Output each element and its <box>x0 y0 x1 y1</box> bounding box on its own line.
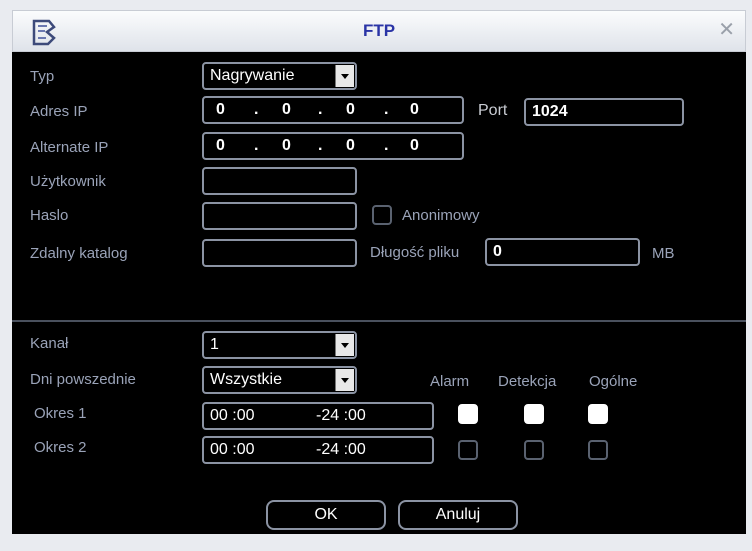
period-2-time-field[interactable]: 00 :00 -24 :00 <box>202 436 434 464</box>
period-2-alarm-checkbox[interactable] <box>458 440 478 460</box>
period-2-general-checkbox[interactable] <box>588 440 608 460</box>
file-length-unit: MB <box>652 245 675 262</box>
section-divider <box>12 320 746 322</box>
ip-field[interactable]: 0 . 0 . 0 . 0 <box>202 96 464 124</box>
typ-label: Typ <box>30 68 55 85</box>
ip-octet-4[interactable]: 0 <box>410 98 419 122</box>
ok-button[interactable]: OK <box>266 500 386 530</box>
period-1-time-field[interactable]: 00 :00 -24 :00 <box>202 402 434 430</box>
alt-ip-octet-4[interactable]: 0 <box>410 134 419 158</box>
period-2-start[interactable]: 00 :00 <box>210 441 254 458</box>
remote-dir-field[interactable] <box>202 239 357 267</box>
general-column-header: Ogólne <box>589 373 638 390</box>
password-field[interactable] <box>202 202 357 230</box>
days-dropdown[interactable]: Wszystkie <box>202 366 357 394</box>
period-1-detection-checkbox[interactable] <box>524 404 544 424</box>
alt-ip-octet-1[interactable]: 0 <box>216 134 225 158</box>
port-label: Port <box>478 102 508 119</box>
ip-octet-1[interactable]: 0 <box>216 98 225 122</box>
window-title: FTP <box>362 21 396 40</box>
alt-ip-octet-3[interactable]: 0 <box>346 134 355 158</box>
ftp-settings-panel: Typ Nagrywanie Adres IP 0 . 0 . 0 . 0 Po… <box>12 52 746 534</box>
channel-dropdown[interactable]: 1 <box>202 331 357 359</box>
period-1-alarm-checkbox[interactable] <box>458 404 478 424</box>
alt-ip-label: Alternate IP <box>30 139 109 156</box>
remote-dir-label: Zdalny katalog <box>30 245 128 262</box>
chevron-down-icon[interactable] <box>335 65 354 87</box>
port-field[interactable]: 1024 <box>524 98 684 126</box>
ip-octet-2[interactable]: 0 <box>282 98 291 122</box>
file-length-label: Długość pliku <box>370 244 460 261</box>
period-1-general-checkbox[interactable] <box>588 404 608 424</box>
period-1-label: Okres 1 <box>34 405 87 422</box>
title-bar: FTP ✕ <box>12 10 746 52</box>
days-label: Dni powszednie <box>30 371 136 388</box>
typ-value: Nagrywanie <box>210 67 295 84</box>
password-label: Haslo <box>30 207 69 224</box>
ip-octet-3[interactable]: 0 <box>346 98 355 122</box>
alt-ip-field[interactable]: 0 . 0 . 0 . 0 <box>202 132 464 160</box>
chevron-down-icon[interactable] <box>335 369 354 391</box>
period-2-detection-checkbox[interactable] <box>524 440 544 460</box>
close-icon[interactable]: ✕ <box>718 20 735 40</box>
file-length-field[interactable]: 0 <box>485 238 640 266</box>
days-value: Wszystkie <box>210 371 282 388</box>
anonymous-label: Anonimowy <box>402 207 480 224</box>
channel-value: 1 <box>210 336 219 353</box>
period-1-start[interactable]: 00 :00 <box>210 407 254 424</box>
alt-ip-octet-2[interactable]: 0 <box>282 134 291 158</box>
period-1-end[interactable]: -24 :00 <box>316 404 366 428</box>
user-field[interactable] <box>202 167 357 195</box>
typ-dropdown[interactable]: Nagrywanie <box>202 62 357 90</box>
alarm-column-header: Alarm <box>430 373 470 390</box>
user-label: Użytkownik <box>30 173 106 190</box>
chevron-down-icon[interactable] <box>335 334 354 356</box>
ip-label: Adres IP <box>30 103 88 120</box>
detection-column-header: Detekcja <box>498 373 557 390</box>
anonymous-checkbox[interactable] <box>372 205 392 225</box>
channel-label: Kanał <box>30 335 69 352</box>
cancel-button[interactable]: Anuluj <box>398 500 518 530</box>
period-2-label: Okres 2 <box>34 439 87 456</box>
period-2-end[interactable]: -24 :00 <box>316 438 366 462</box>
